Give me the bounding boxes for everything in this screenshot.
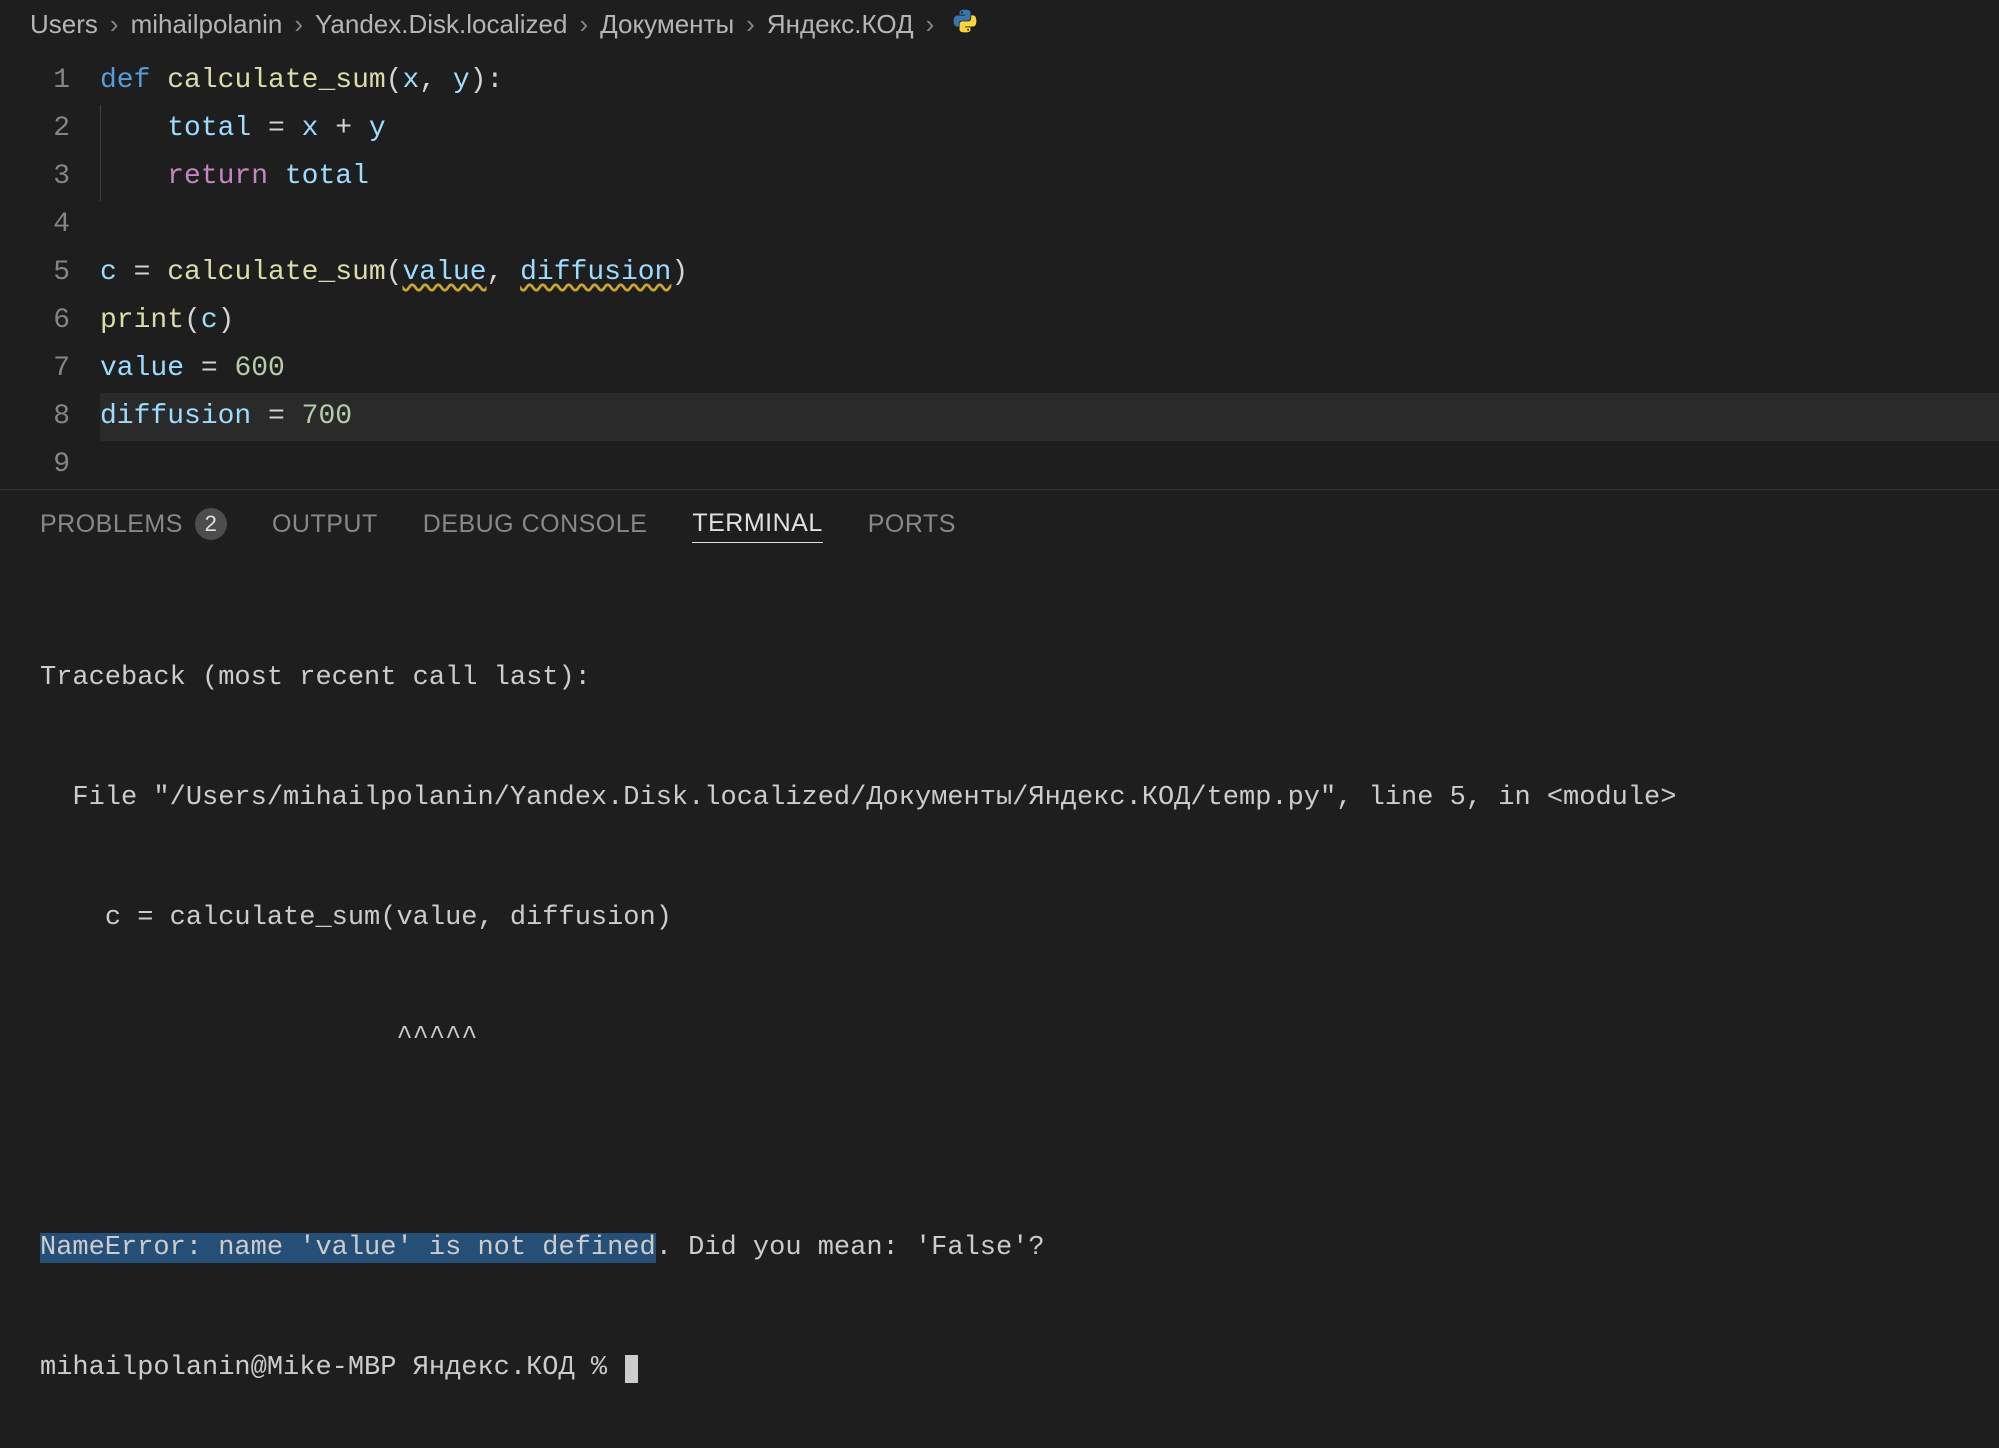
breadcrumb-item[interactable]: mihailpolanin bbox=[131, 9, 283, 40]
variable-warning: diffusion bbox=[520, 257, 671, 288]
comma: , bbox=[487, 257, 504, 288]
terminal-prompt[interactable]: mihailpolanin@Mike-MBP Яндекс.КОД % bbox=[40, 1348, 1959, 1388]
terminal-line: Traceback (most recent call last): bbox=[40, 658, 1959, 698]
prompt-text: mihailpolanin@Mike-MBP Яндекс.КОД % bbox=[40, 1353, 623, 1383]
paren: ) bbox=[671, 257, 688, 288]
variable: c bbox=[201, 305, 218, 336]
tab-problems[interactable]: PROBLEMS 2 bbox=[40, 508, 227, 544]
line-number-gutter[interactable]: 1 2 3 4 5 6 7 8 9 bbox=[0, 57, 100, 489]
code-line[interactable]: value = 600 bbox=[100, 345, 1999, 393]
line-number-label: 9 bbox=[53, 449, 70, 480]
line-number[interactable]: 8 bbox=[0, 393, 70, 441]
colon: : bbox=[487, 65, 504, 96]
terminal-line: File "/Users/mihailpolanin/Yandex.Disk.l… bbox=[40, 778, 1959, 818]
terminal-line: c = calculate_sum(value, diffusion) bbox=[40, 898, 1959, 938]
cursor-icon bbox=[625, 1355, 638, 1383]
breadcrumb-item[interactable]: Документы bbox=[600, 9, 734, 40]
variable: c bbox=[100, 257, 117, 288]
paren: ) bbox=[470, 65, 487, 96]
param: x bbox=[402, 65, 419, 96]
variable-warning: value bbox=[402, 257, 486, 288]
problems-count-badge: 2 bbox=[195, 508, 227, 540]
breadcrumb-separator: › bbox=[579, 9, 588, 40]
code-line[interactable]: def calculate_sum(x, y): bbox=[100, 57, 1999, 105]
comma: , bbox=[419, 65, 436, 96]
breadcrumb-item[interactable]: Users bbox=[30, 9, 98, 40]
paren: ( bbox=[184, 305, 201, 336]
number: 700 bbox=[302, 401, 352, 432]
line-number[interactable]: 1 bbox=[0, 57, 70, 105]
function-name: calculate_sum bbox=[167, 65, 385, 96]
terminal-caret-indicator: ^^^^^ bbox=[40, 1018, 1959, 1058]
line-number[interactable]: 7 bbox=[0, 345, 70, 393]
code-line-current[interactable]: diffusion = 700 bbox=[100, 393, 1999, 441]
error-suggestion: . Did you mean: 'False'? bbox=[656, 1233, 1045, 1263]
error-highlight: NameError: name 'value' is not defined bbox=[40, 1233, 656, 1263]
variable: diffusion bbox=[100, 401, 251, 432]
breadcrumb-separator: › bbox=[294, 9, 303, 40]
space bbox=[503, 257, 520, 288]
breadcrumb-item[interactable]: Яндекс.КОД bbox=[767, 9, 914, 40]
param: y bbox=[453, 65, 470, 96]
variable: value bbox=[100, 353, 184, 384]
tab-output[interactable]: OUTPUT bbox=[272, 510, 378, 543]
variable: x bbox=[302, 113, 319, 144]
variable: y bbox=[369, 113, 386, 144]
python-icon bbox=[952, 8, 978, 41]
breadcrumb: Users › mihailpolanin › Yandex.Disk.loca… bbox=[0, 0, 1999, 49]
code-line[interactable]: return total bbox=[100, 153, 1999, 201]
line-number[interactable]: 9 bbox=[0, 441, 70, 489]
builtin-call: print bbox=[100, 305, 184, 336]
line-number[interactable]: 6 bbox=[0, 297, 70, 345]
paren: ( bbox=[386, 257, 403, 288]
code-editor[interactable]: 1 2 3 4 5 6 7 8 9 def calculate_sum(x, y… bbox=[0, 49, 1999, 489]
breadcrumb-separator: › bbox=[746, 9, 755, 40]
operator: = bbox=[184, 353, 234, 384]
space bbox=[436, 65, 453, 96]
paren: ) bbox=[218, 305, 235, 336]
terminal-output[interactable]: Traceback (most recent call last): File … bbox=[0, 558, 1999, 1448]
breadcrumb-item[interactable]: Yandex.Disk.localized bbox=[315, 9, 567, 40]
line-number[interactable]: 3 bbox=[0, 153, 70, 201]
number: 600 bbox=[234, 353, 284, 384]
paren: ( bbox=[386, 65, 403, 96]
variable: total bbox=[285, 161, 369, 192]
panel-tabs: PROBLEMS 2 OUTPUT DEBUG CONSOLE TERMINAL… bbox=[0, 489, 1999, 558]
operator: = bbox=[251, 401, 301, 432]
line-number[interactable]: 2 bbox=[0, 105, 70, 153]
operator: = bbox=[251, 113, 301, 144]
space bbox=[268, 161, 285, 192]
function-call: calculate_sum bbox=[167, 257, 385, 288]
line-number[interactable]: 5 bbox=[0, 249, 70, 297]
operator: = bbox=[117, 257, 167, 288]
code-area[interactable]: def calculate_sum(x, y): total = x + y r… bbox=[100, 57, 1999, 489]
code-line[interactable]: print(c) bbox=[100, 297, 1999, 345]
tab-terminal[interactable]: TERMINAL bbox=[692, 509, 822, 543]
keyword-def: def bbox=[100, 65, 150, 96]
operator: + bbox=[318, 113, 368, 144]
breadcrumb-separator: › bbox=[926, 9, 935, 40]
code-line[interactable] bbox=[100, 441, 1999, 489]
terminal-error-line: NameError: name 'value' is not defined. … bbox=[40, 1228, 1959, 1268]
line-number[interactable]: 4 bbox=[0, 201, 70, 249]
variable: total bbox=[167, 113, 251, 144]
code-line[interactable]: c = calculate_sum(value, diffusion) bbox=[100, 249, 1999, 297]
breadcrumb-separator: › bbox=[110, 9, 119, 40]
code-line[interactable] bbox=[100, 201, 1999, 249]
keyword-return: return bbox=[167, 161, 268, 192]
tab-debug-console[interactable]: DEBUG CONSOLE bbox=[423, 510, 648, 543]
tab-ports[interactable]: PORTS bbox=[868, 510, 956, 543]
tab-label: PROBLEMS bbox=[40, 510, 183, 539]
code-line[interactable]: total = x + y bbox=[100, 105, 1999, 153]
